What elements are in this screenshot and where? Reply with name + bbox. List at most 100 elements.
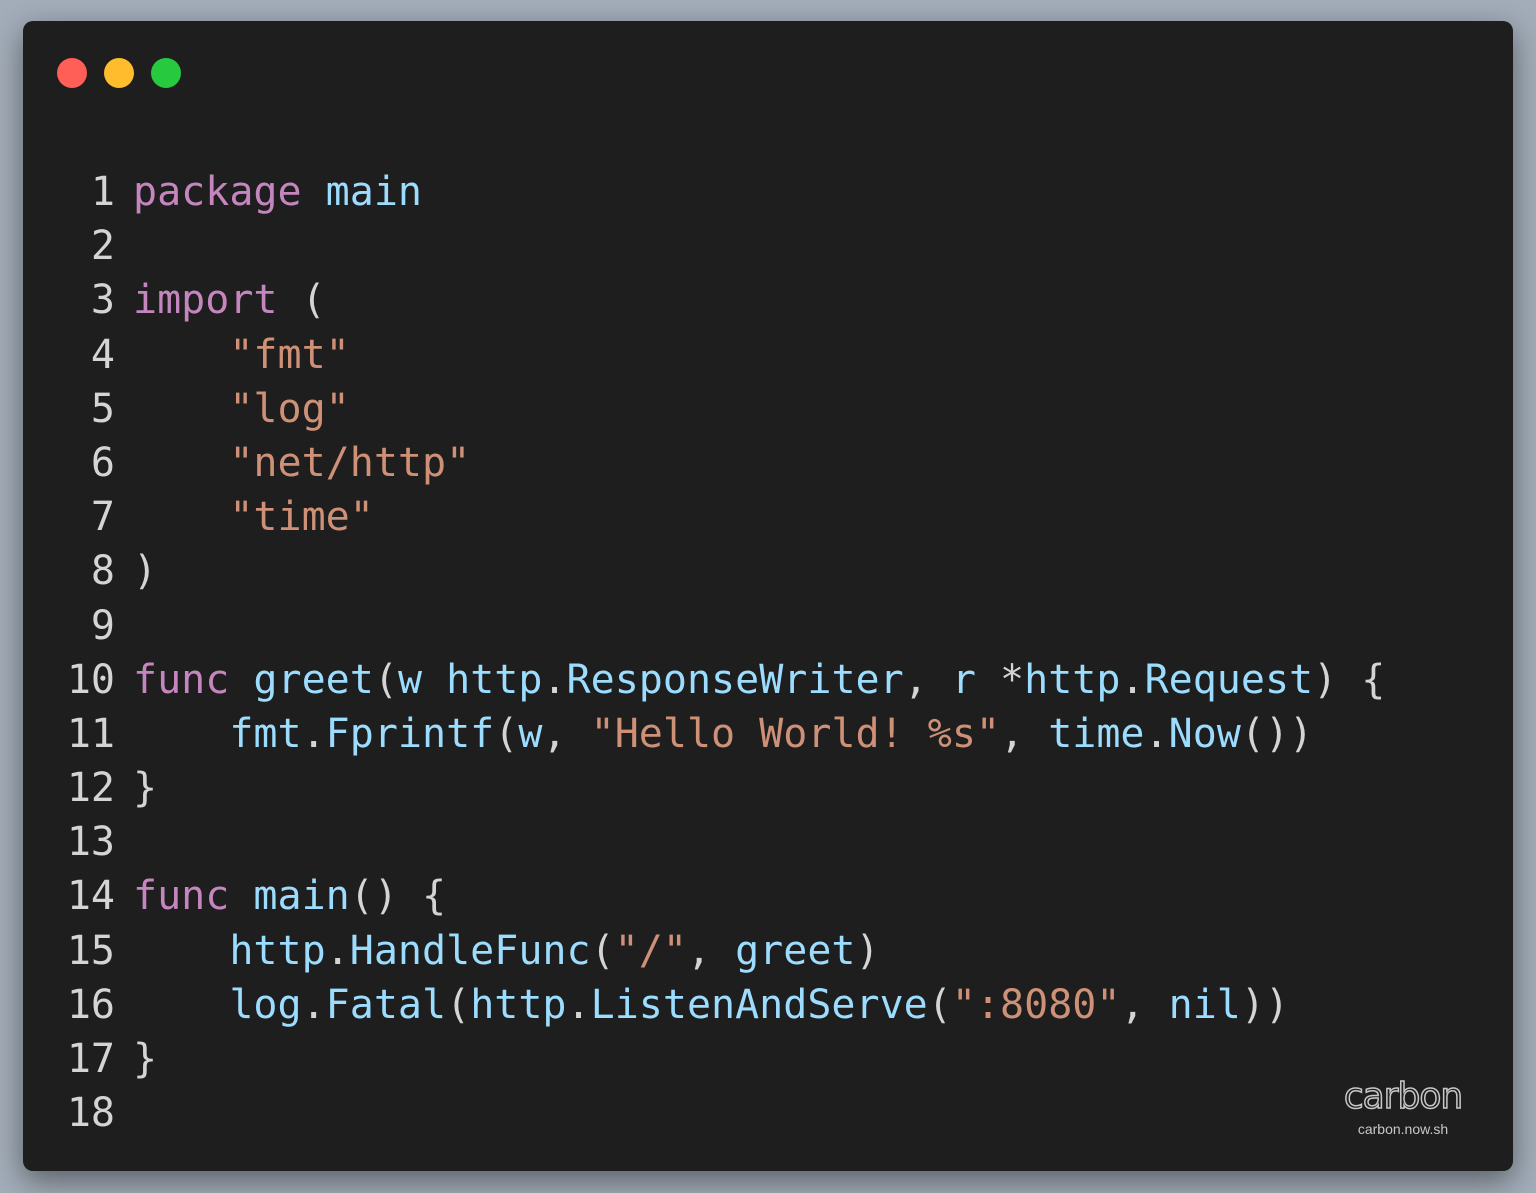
code-token: http — [470, 981, 567, 1028]
code-token: } — [133, 765, 158, 812]
code-line: 5 "log" — [63, 382, 1385, 436]
code-line: 17} — [63, 1032, 1385, 1086]
line-content: "log" — [133, 386, 349, 432]
code-token: "time" — [229, 494, 374, 541]
code-token: ( — [590, 927, 615, 974]
code-line: 7 "time" — [63, 490, 1385, 544]
code-token: main — [253, 873, 350, 920]
code-token: http — [229, 927, 326, 974]
code-token: w — [397, 656, 423, 703]
line-content: log.Fatal(http.ListenAndServe(":8080", n… — [133, 982, 1289, 1028]
code-token: "/" — [614, 927, 687, 974]
code-token: ResponseWriter — [566, 656, 904, 703]
line-content: "net/http" — [133, 440, 470, 486]
code-token: "net/http" — [229, 439, 471, 486]
line-number: 13 — [66, 819, 115, 866]
line-content: "time" — [133, 494, 374, 540]
carbon-watermark: carbon carbon.now.sh — [1333, 1076, 1473, 1137]
code-editor[interactable]: 1 package main 2 3 import (4 "fmt" 5 "log" 6 "… — [63, 165, 1386, 1140]
carbon-url: carbon.now.sh — [1357, 1121, 1449, 1137]
line-content: import ( — [133, 277, 326, 323]
code-token: time — [1048, 710, 1145, 757]
code-token: . — [301, 981, 326, 1028]
code-token: ListenAndServe — [590, 981, 928, 1028]
line-number: 4 — [90, 331, 115, 378]
line-number: 1 — [90, 169, 115, 215]
code-line: 16 log.Fatal(http.ListenAndServe(":8080"… — [63, 978, 1385, 1032]
line-number: 14 — [66, 873, 115, 920]
code-token: , — [686, 927, 736, 974]
code-token: ":8080" — [951, 981, 1121, 1028]
code-line: 4 "fmt" — [63, 328, 1385, 382]
code-token: ( — [373, 656, 398, 703]
code-token: package — [133, 169, 302, 215]
carbon-logo: carbon — [1343, 1076, 1464, 1118]
code-token: ) — [133, 548, 158, 595]
line-number: 10 — [66, 656, 115, 703]
code-token: func — [133, 873, 230, 920]
code-token: ) — [855, 927, 880, 974]
code-line: 3 import ( — [63, 273, 1385, 327]
maximize-button[interactable] — [151, 58, 181, 88]
code-token: ( — [927, 981, 952, 1028]
code-token: import — [133, 277, 278, 324]
line-number: 18 — [66, 1090, 115, 1137]
line-content: "fmt" — [133, 331, 350, 378]
line-number: 2 — [90, 223, 115, 270]
code-token: ( — [446, 981, 471, 1028]
code-line: 18 — [63, 1086, 1385, 1140]
close-button[interactable] — [57, 58, 87, 88]
line-content: } — [133, 765, 157, 811]
code-token: . — [542, 656, 567, 703]
code-token: greet — [253, 656, 374, 703]
code-token: "fmt" — [229, 331, 350, 378]
code-token: , — [542, 710, 591, 757]
code-line: 1 package main — [63, 165, 1385, 219]
code-window: 1 package main 2 3 import (4 "fmt" 5 "log" 6 "… — [23, 21, 1513, 1171]
code-line: 13 — [63, 815, 1385, 869]
line-number: 17 — [66, 1036, 115, 1082]
code-token: ( — [277, 277, 326, 324]
code-token: () { — [349, 873, 447, 920]
line-content: fmt.Fprintf(w, "Hello World! %s", time.N… — [133, 711, 1313, 757]
minimize-button[interactable] — [104, 58, 134, 88]
code-line: 10 func greet(w http.ResponseWriter, r *h… — [63, 653, 1386, 707]
line-number: 6 — [90, 439, 115, 486]
code-token: Now — [1168, 710, 1241, 757]
line-number: 11 — [66, 710, 115, 757]
code-token: . — [566, 981, 591, 1028]
code-token: )) — [1240, 981, 1290, 1028]
code-token: ( — [494, 710, 519, 757]
code-line: 6 "net/http" — [63, 436, 1385, 490]
code-line: 15 http.HandleFunc("/", greet) — [63, 924, 1385, 978]
code-line: 14 func main() { — [63, 869, 1385, 923]
code-token: Fatal — [325, 981, 447, 1028]
line-number: 15 — [66, 927, 115, 974]
code-token: r — [951, 656, 976, 703]
code-token: HandleFunc — [349, 927, 591, 974]
code-line: 9 — [63, 599, 1385, 653]
code-token: Request — [1144, 656, 1314, 703]
code-token: . — [301, 710, 326, 757]
line-number: 5 — [90, 385, 115, 432]
line-number: 3 — [90, 277, 115, 324]
line-content: func main() { — [133, 873, 446, 919]
code-token: w — [518, 710, 543, 757]
code-token: . — [325, 927, 350, 974]
code-token: , — [903, 656, 952, 703]
line-content: func greet(w http.ResponseWriter, r *htt… — [133, 657, 1385, 703]
line-number: 9 — [90, 602, 115, 649]
code-token: ()) — [1240, 710, 1314, 757]
code-token: ) { — [1313, 656, 1386, 703]
line-content: package main — [133, 169, 422, 215]
code-line: 8) — [63, 544, 1385, 598]
line-content: ) — [133, 548, 157, 594]
